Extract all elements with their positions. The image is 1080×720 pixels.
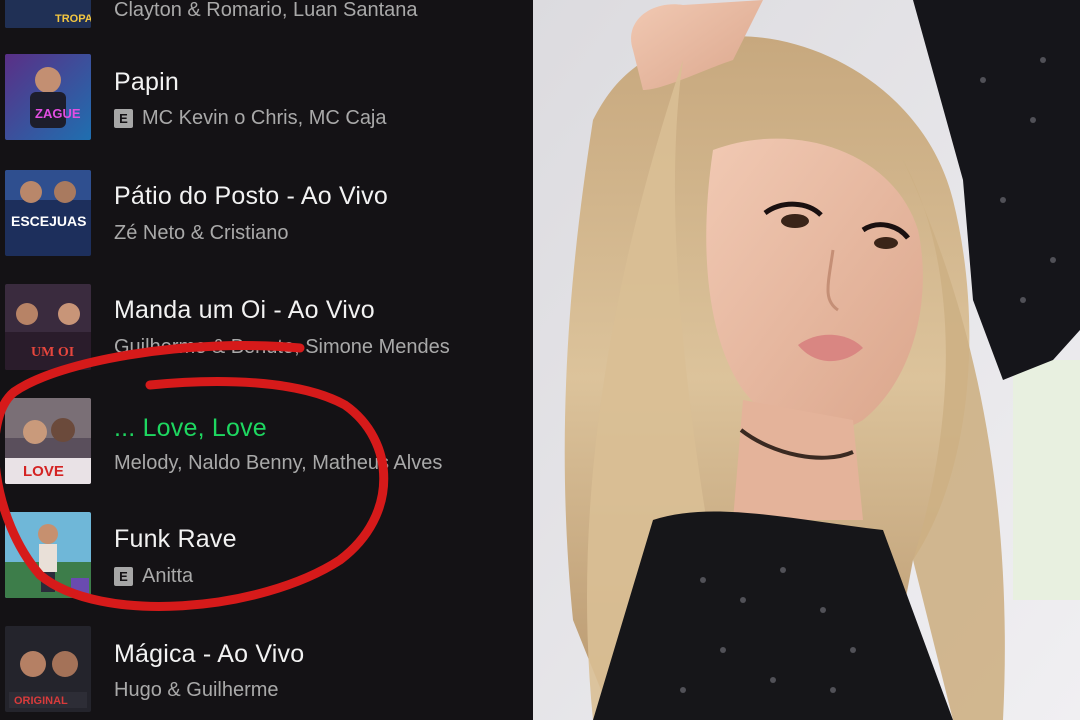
track-title: ... Love, Love (114, 414, 267, 442)
track-title: Manda um Oi - Ao Vivo (114, 296, 375, 324)
svg-text:ZAGUE: ZAGUE (35, 106, 81, 121)
track-artist-text: Melody, Naldo Benny, Matheus Alves (114, 452, 443, 474)
track-artist-text: Clayton & Romario, Luan Santana (114, 0, 418, 21)
explicit-badge: E (114, 567, 133, 586)
album-cover: TROPA (5, 0, 91, 28)
explicit-badge: E (114, 109, 133, 128)
track-title: Mágica - Ao Vivo (114, 640, 305, 668)
track-artist-text: Anitta (142, 565, 194, 587)
track-row[interactable]: TROPA Clayton & Romario, Luan Santana (0, 0, 533, 28)
album-cover: ORIGINAL (5, 626, 91, 712)
track-row-playing[interactable]: LOVE ... Love, Love Melody, Naldo Benny,… (0, 390, 533, 490)
track-row[interactable]: ZAGUE Papin E MC Kevin o Chris, MC Caja (0, 48, 533, 148)
svg-text:ESCEJUAS: ESCEJUAS (11, 213, 86, 229)
album-cover: UM OI (5, 284, 91, 370)
album-cover: ZAGUE (5, 54, 91, 140)
track-artist: Zé Neto & Cristiano (114, 222, 289, 245)
track-artist-text: Guilherme & Benuto, Simone Mendes (114, 336, 450, 358)
track-title: Funk Rave (114, 525, 237, 553)
album-cover: ESCEJUAS (5, 170, 91, 256)
track-artist-text: Hugo & Guilherme (114, 679, 279, 701)
track-artist-text: MC Kevin o Chris, MC Caja (142, 107, 387, 129)
track-row[interactable]: UM OI Manda um Oi - Ao Vivo Guilherme & … (0, 276, 533, 376)
track-title: Papin (114, 68, 179, 96)
track-artist: Clayton & Romario, Luan Santana (114, 0, 418, 22)
track-row[interactable]: ORIGINAL Mágica - Ao Vivo Hugo & Guilher… (0, 618, 533, 718)
album-cover: LOVE (5, 398, 91, 484)
svg-text:UM OI: UM OI (31, 345, 74, 360)
track-title: Pátio do Posto - Ao Vivo (114, 182, 388, 210)
track-row[interactable]: ESCEJUAS Pátio do Posto - Ao Vivo Zé Net… (0, 162, 533, 262)
svg-text:ORIGINAL: ORIGINAL (14, 695, 68, 707)
track-artist-text: Zé Neto & Cristiano (114, 222, 289, 244)
svg-text:TROPA: TROPA (55, 13, 91, 25)
album-cover (5, 512, 91, 598)
track-artist: Melody, Naldo Benny, Matheus Alves (114, 452, 442, 475)
track-row[interactable]: Funk Rave E Anitta (0, 504, 533, 604)
svg-text:LOVE: LOVE (23, 463, 64, 480)
tracklist-panel: TROPA Clayton & Romario, Luan Santana ZA… (0, 0, 533, 720)
track-artist: Guilherme & Benuto, Simone Mendes (114, 336, 450, 359)
track-artist: Hugo & Guilherme (114, 679, 279, 702)
artist-photo (533, 0, 1080, 720)
track-artist: E MC Kevin o Chris, MC Caja (114, 107, 387, 130)
track-artist: E Anitta (114, 565, 193, 588)
